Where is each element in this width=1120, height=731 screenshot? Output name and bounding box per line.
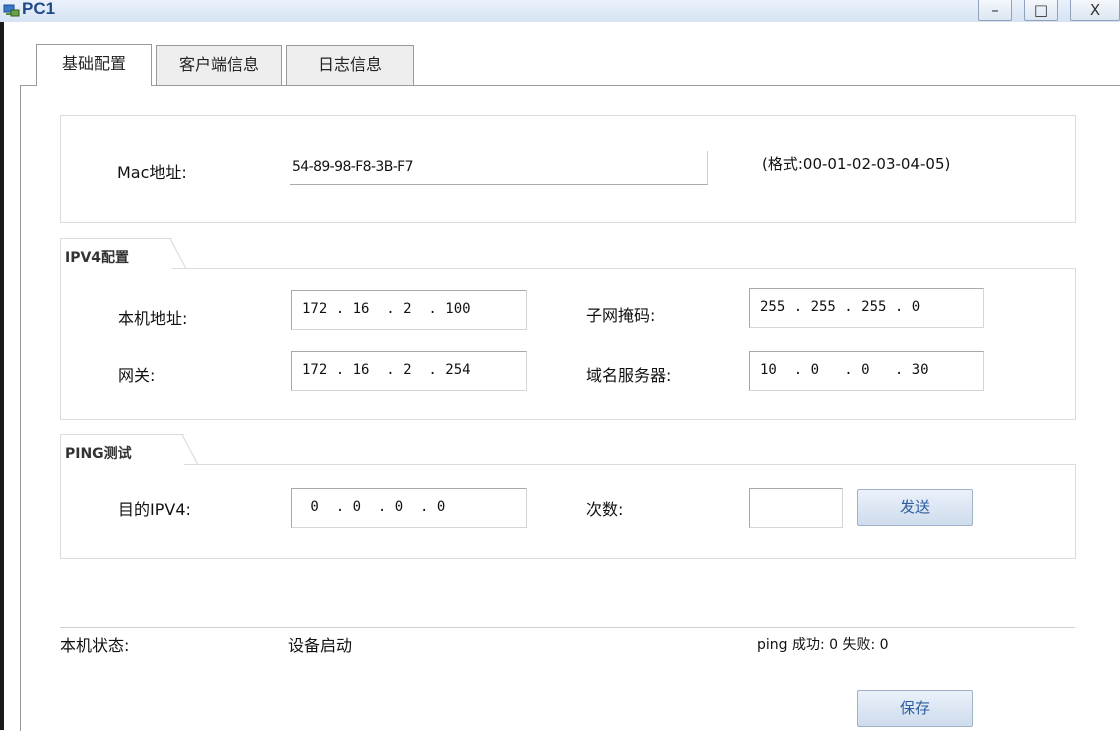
subnet-mask-input[interactable]: 255 . 255 . 255 . 0 xyxy=(749,288,984,328)
mac-address-field[interactable]: 54-89-98-F8-3B-F7 xyxy=(290,151,708,185)
dns-input[interactable]: 10 . 0 . 0 . 30 xyxy=(749,351,984,391)
ipv4-legend: IPV4配置 xyxy=(60,238,186,270)
tab-client-info[interactable]: 客户端信息 xyxy=(156,45,282,85)
ping-target-label: 目的IPV4: xyxy=(118,500,191,519)
ping-target-input[interactable]: 0 . 0 . 0 . 0 xyxy=(291,488,527,528)
window-title: PC1 xyxy=(22,0,56,18)
save-button[interactable]: 保存 xyxy=(857,690,973,727)
local-address-label: 本机地址: xyxy=(118,309,188,328)
tab-basic-config[interactable]: 基础配置 xyxy=(36,44,152,86)
pc-icon xyxy=(3,4,20,17)
local-address-input[interactable]: 172 . 16 . 2 . 100 xyxy=(291,290,527,330)
ping-result: ping 成功: 0 失败: 0 xyxy=(757,637,889,653)
ping-count-label: 次数: xyxy=(586,500,624,519)
close-button[interactable]: X xyxy=(1070,0,1120,21)
window-left-border xyxy=(0,22,4,730)
tab-log-info[interactable]: 日志信息 xyxy=(286,45,414,85)
ping-count-input[interactable] xyxy=(749,488,843,528)
status-divider xyxy=(60,627,1075,628)
status-value: 设备启动 xyxy=(288,636,353,655)
mac-format-hint: (格式:00-01-02-03-04-05) xyxy=(762,155,951,173)
title-bar: PC1 – □ X xyxy=(0,0,1120,22)
mac-label: Mac地址: xyxy=(117,163,187,182)
gateway-input[interactable]: 172 . 16 . 2 . 254 xyxy=(291,351,527,391)
maximize-button[interactable]: □ xyxy=(1024,0,1058,21)
subnet-mask-label: 子网掩码: xyxy=(586,306,656,325)
send-button[interactable]: 发送 xyxy=(857,489,973,526)
gateway-label: 网关: xyxy=(118,366,156,385)
dns-label: 域名服务器: xyxy=(586,366,672,385)
minimize-button[interactable]: – xyxy=(978,0,1012,21)
status-label: 本机状态: xyxy=(60,636,130,655)
ping-legend: PING测试 xyxy=(60,434,198,466)
